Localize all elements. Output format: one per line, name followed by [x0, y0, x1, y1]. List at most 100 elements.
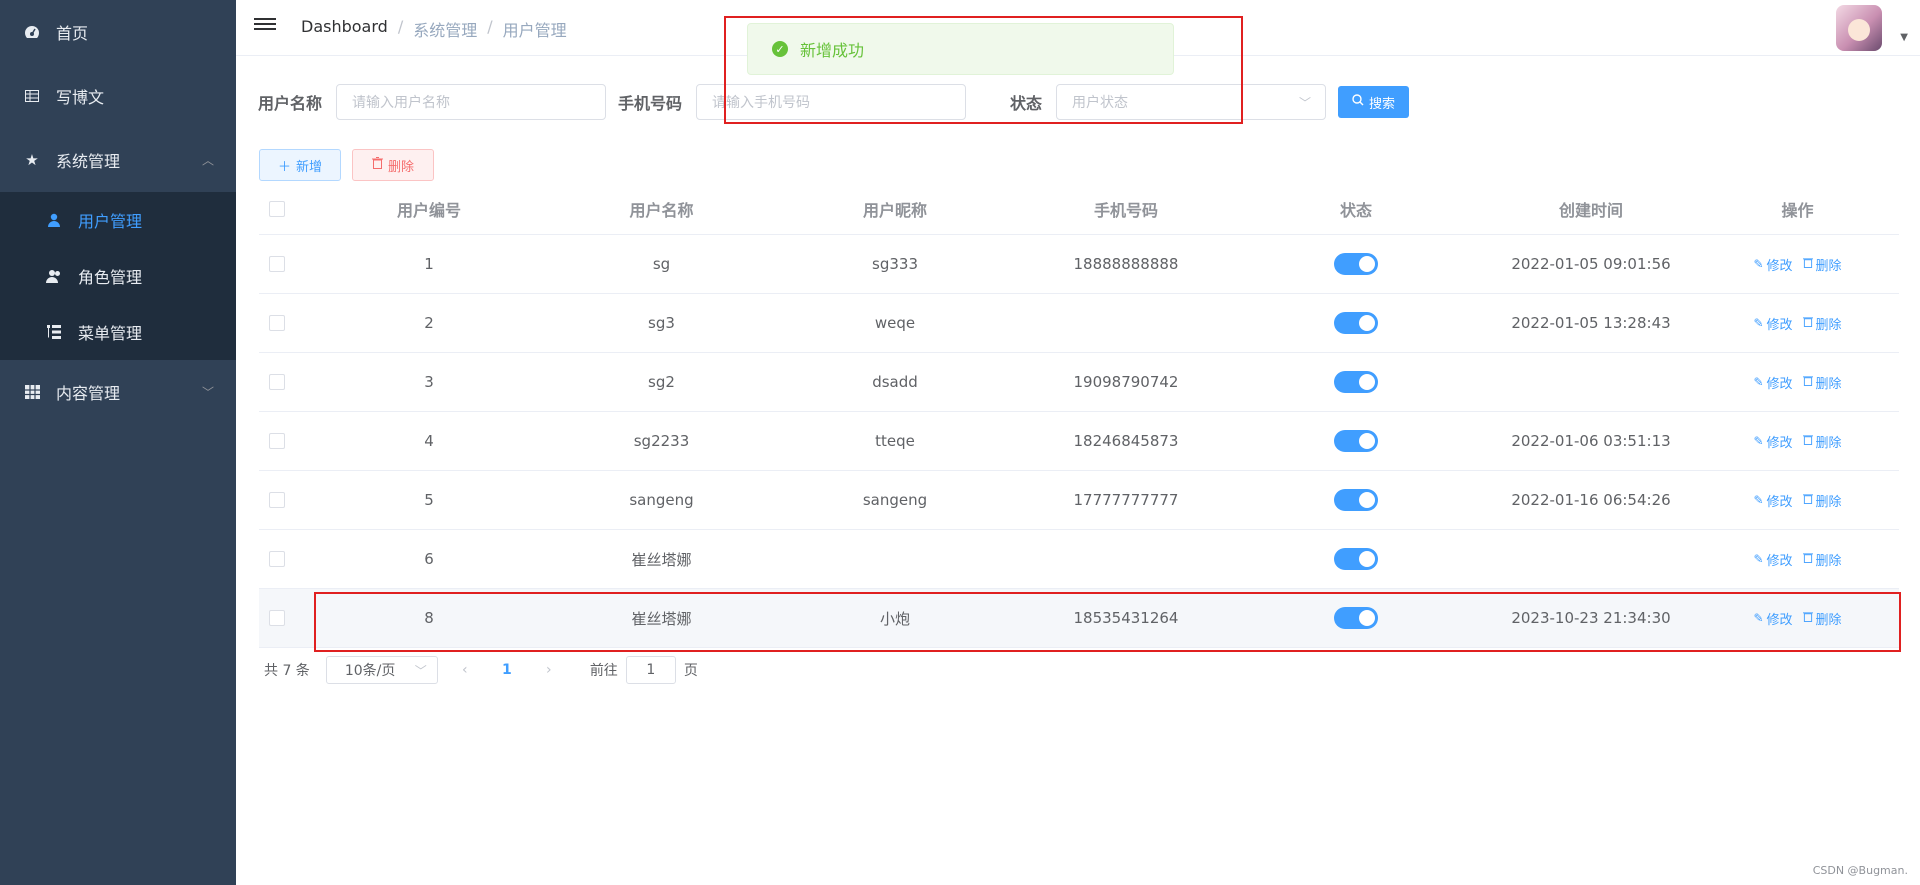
checkbox[interactable] [269, 374, 285, 390]
checkbox[interactable] [269, 492, 285, 508]
checkbox[interactable] [269, 200, 285, 217]
table-row: 1 sg sg333 18888888888 2022-01-05 09:01:56 ✎ 修… [259, 235, 1899, 294]
delete-button[interactable]: 删除 [1802, 314, 1842, 333]
batch-delete-button[interactable]: 删除 [352, 149, 434, 181]
cell-phone: 17777777777 [1073, 491, 1179, 509]
sidebar-item-label: 菜单管理 [78, 324, 143, 343]
edit-button[interactable]: ✎ 修改 [1753, 550, 1792, 569]
breadcrumb-dashboard[interactable]: Dashboard [301, 17, 388, 41]
cell-status [1226, 430, 1486, 452]
table-body: 1 sg sg333 18888888888 2022-01-05 09:01:56 ✎ 修… [259, 235, 1899, 648]
success-message: ✓ 新增成功 [747, 23, 1174, 75]
row-select[interactable] [259, 551, 299, 567]
status-switch[interactable] [1334, 489, 1378, 511]
batch-delete-label: 删除 [387, 159, 414, 175]
cell-ops: ✎ 修改 删除 [1696, 609, 1899, 628]
page-size-value: 10条/页 [344, 663, 396, 679]
status-switch[interactable] [1334, 607, 1378, 629]
status-switch[interactable] [1334, 548, 1378, 570]
prev-page-button[interactable]: ‹ [450, 662, 480, 678]
page-number[interactable]: 1 [492, 662, 522, 678]
sidebar-item-menus[interactable]: 菜单管理 [0, 304, 236, 360]
pagination: 共 7 条 10条/页 ﹀ ‹ 1 › 前往 1 页 [264, 656, 698, 684]
edit-label: 修改 [1766, 317, 1793, 333]
col-header-name: 用户名称 [629, 200, 694, 220]
cell-time: 2022-01-05 13:28:43 [1511, 314, 1671, 332]
cell-nick: tteqe [875, 432, 915, 450]
delete-button[interactable]: 删除 [1802, 432, 1842, 451]
table-row: 3 sg2 dsadd 19098790742 ✎ 修改 删除 [259, 353, 1899, 412]
trash-icon [1802, 611, 1813, 625]
delete-label: 删除 [1815, 612, 1842, 628]
phone-input[interactable]: 请输入手机号码 [696, 84, 967, 120]
goto-page-input[interactable]: 1 [625, 656, 676, 684]
tree-table-icon [44, 322, 64, 342]
status-label: 状态 [1010, 94, 1043, 113]
checkbox[interactable] [269, 610, 285, 626]
delete-button[interactable]: 删除 [1802, 609, 1842, 628]
caret-down-icon[interactable]: ▼ [1900, 32, 1908, 43]
user-icon [44, 210, 64, 230]
page-suffix: 页 [683, 663, 698, 679]
avatar[interactable] [1836, 5, 1882, 51]
trash-icon [1802, 552, 1813, 566]
sidebar-item-roles[interactable]: 角色管理 [0, 248, 236, 304]
sidebar-item-content[interactable]: 内容管理 ﹀ [0, 360, 236, 424]
delete-button[interactable]: 删除 [1802, 255, 1842, 274]
edit-button[interactable]: ✎ 修改 [1753, 491, 1792, 510]
add-button[interactable]: ＋ 新增 [259, 149, 341, 181]
status-switch[interactable] [1334, 253, 1378, 275]
cell-phone: 18246845873 [1073, 432, 1179, 450]
sidebar-item-users[interactable]: 用户管理 [0, 192, 236, 248]
row-select[interactable] [259, 610, 299, 626]
edit-button[interactable]: ✎ 修改 [1753, 432, 1792, 451]
next-page-button[interactable]: › [534, 662, 564, 678]
delete-button[interactable]: 删除 [1802, 550, 1842, 569]
page-size-select[interactable]: 10条/页 ﹀ [325, 656, 438, 684]
username-input[interactable]: 请输入用户名称 [336, 84, 607, 120]
search-button[interactable]: 搜索 [1338, 86, 1410, 118]
status-switch[interactable] [1334, 430, 1378, 452]
cell-nick: 小炮 [879, 609, 910, 628]
goto-page-value: 1 [646, 662, 656, 678]
delete-label: 删除 [1815, 317, 1842, 333]
cell-status [1226, 253, 1486, 275]
row-select[interactable] [259, 492, 299, 508]
edit-label: 修改 [1766, 494, 1793, 510]
checkbox[interactable] [269, 551, 285, 567]
edit-button[interactable]: ✎ 修改 [1753, 255, 1792, 274]
sidebar-item-label: 首页 [56, 24, 89, 43]
row-select[interactable] [259, 433, 299, 449]
cell-name: sg [652, 255, 671, 273]
cell-id: 5 [424, 491, 434, 509]
cell-ops: ✎ 修改 删除 [1696, 550, 1899, 569]
edit-label: 修改 [1766, 612, 1793, 628]
edit-icon: ✎ [1753, 257, 1764, 271]
sidebar-item-write-post[interactable]: 写博文 [0, 64, 236, 128]
header-select-all[interactable] [259, 200, 299, 217]
table-row: 5 sangeng sangeng 17777777777 2022-01-16 06:… [259, 471, 1899, 530]
checkbox[interactable] [269, 315, 285, 331]
breadcrumb-separator: / [487, 17, 493, 36]
sidebar-item-system[interactable]: ★ 系统管理 ︿ [0, 128, 236, 192]
status-switch[interactable] [1334, 312, 1378, 334]
edit-button[interactable]: ✎ 修改 [1753, 373, 1792, 392]
cell-status [1226, 548, 1486, 570]
edit-button[interactable]: ✎ 修改 [1753, 314, 1792, 333]
status-switch[interactable] [1334, 371, 1378, 393]
row-select[interactable] [259, 256, 299, 272]
row-select[interactable] [259, 315, 299, 331]
breadcrumb-users: 用户管理 [502, 21, 567, 40]
status-select[interactable]: 用户状态 ﹀ [1056, 84, 1327, 120]
edit-button[interactable]: ✎ 修改 [1753, 609, 1792, 628]
edit-icon: ✎ [1753, 493, 1764, 507]
hamburger-icon[interactable] [254, 15, 276, 35]
checkbox[interactable] [269, 433, 285, 449]
edit-label: 修改 [1766, 258, 1793, 274]
checkbox[interactable] [269, 256, 285, 272]
sidebar-item-home[interactable]: 首页 [0, 0, 236, 64]
delete-button[interactable]: 删除 [1802, 491, 1842, 510]
row-select[interactable] [259, 374, 299, 390]
delete-button[interactable]: 删除 [1802, 373, 1842, 392]
cell-id: 4 [424, 432, 434, 450]
